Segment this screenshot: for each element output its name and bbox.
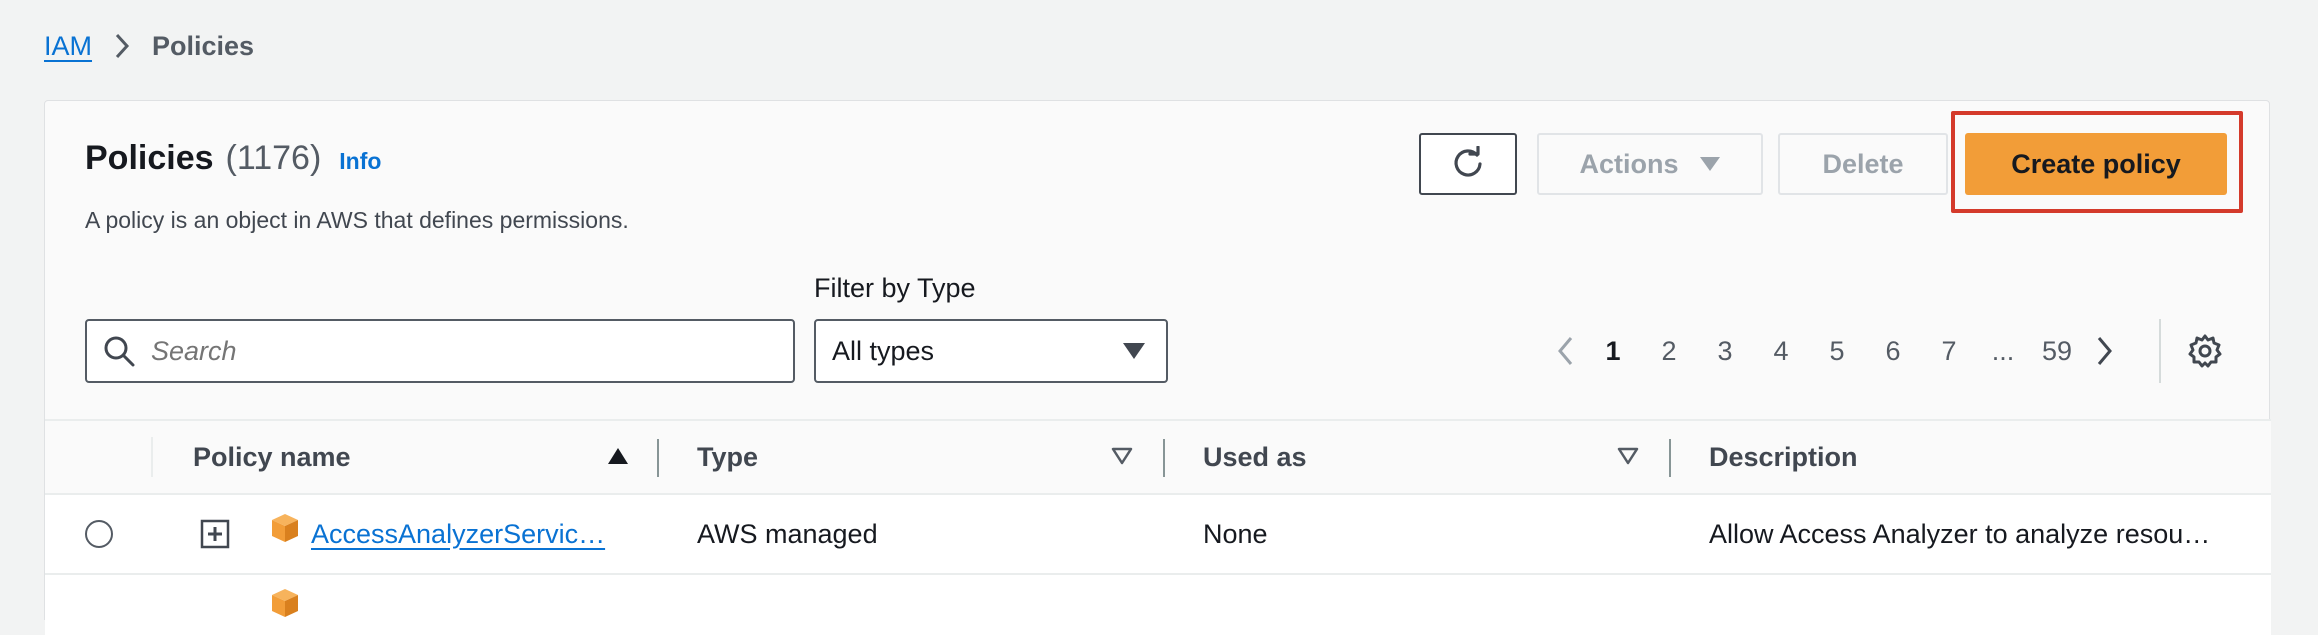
info-link[interactable]: Info [339, 148, 381, 175]
page-2[interactable]: 2 [1641, 336, 1697, 367]
page-4[interactable]: 4 [1753, 336, 1809, 367]
search-icon [103, 335, 135, 367]
page-3[interactable]: 3 [1697, 336, 1753, 367]
create-policy-highlight [1951, 111, 2243, 213]
column-header-type[interactable]: Type [697, 421, 758, 493]
page-5[interactable]: 5 [1809, 336, 1865, 367]
table-row[interactable]: AccessAnalyzerServic… AWS managed None A… [45, 495, 2271, 575]
page-last[interactable]: 59 [2029, 336, 2085, 367]
table-row[interactable] [45, 575, 2271, 635]
policy-name-link[interactable]: AccessAnalyzerServic… [311, 495, 605, 573]
column-divider [1669, 439, 1671, 477]
type-filter-value: All types [832, 335, 935, 366]
chevron-right-icon [114, 32, 130, 60]
page-6[interactable]: 6 [1865, 336, 1921, 367]
caret-down-icon [1122, 342, 1146, 360]
page-title: Policies [85, 139, 214, 177]
next-page-icon[interactable] [2085, 335, 2125, 367]
breadcrumb-current: Policies [152, 30, 255, 61]
sort-ascending-icon[interactable] [607, 447, 629, 470]
filter-by-type-label: Filter by Type [814, 273, 976, 303]
row-select-radio[interactable] [85, 520, 113, 548]
policy-name[interactable]: AccessAnalyzerServic… [311, 519, 605, 550]
column-divider [657, 439, 659, 477]
page-subtitle: A policy is an object in AWS that define… [85, 207, 629, 233]
column-divider [151, 437, 153, 477]
actions-dropdown-button[interactable]: Actions [1537, 133, 1763, 195]
actions-label: Actions [1579, 148, 1679, 179]
pagination: 1 2 3 4 5 6 7 ... 59 [1545, 325, 2125, 377]
breadcrumb: IAM Policies [44, 26, 254, 66]
policy-used-as: None [1203, 518, 1268, 549]
type-filter-select[interactable]: All types [814, 319, 1168, 383]
previous-page-icon[interactable] [1545, 335, 1585, 367]
delete-button[interactable]: Delete [1778, 133, 1948, 195]
sort-icon[interactable] [1111, 447, 1133, 470]
panel-title-row: Policies (1176) Info [85, 139, 381, 178]
search-field[interactable] [85, 319, 795, 383]
page-ellipsis: ... [1991, 335, 2015, 366]
page-7[interactable]: 7 [1921, 336, 1977, 367]
refresh-button[interactable] [1419, 133, 1517, 195]
page-1[interactable]: 1 [1585, 336, 1641, 367]
gear-icon[interactable] [2183, 329, 2227, 373]
policies-panel: Policies (1176) Info A policy is an obje… [44, 100, 2271, 635]
aws-cube-icon [269, 587, 301, 624]
plus-square-icon[interactable] [200, 519, 230, 549]
column-header-used-as[interactable]: Used as [1203, 421, 1307, 493]
column-header-policy-name[interactable]: Policy name [193, 421, 351, 493]
policy-type: AWS managed [697, 518, 878, 549]
column-header-description[interactable]: Description [1709, 421, 1858, 493]
column-divider [1163, 439, 1165, 477]
sort-icon[interactable] [1617, 447, 1639, 470]
table-header: Policy name Type Used as Description [45, 419, 2271, 495]
caret-down-icon [1699, 156, 1721, 172]
policy-description: Allow Access Analyzer to analyze resou… [1709, 518, 2211, 549]
refresh-icon [1450, 146, 1486, 182]
breadcrumb-iam-link[interactable]: IAM [44, 31, 92, 62]
policy-count: (1176) [225, 139, 322, 177]
aws-cube-icon [269, 489, 301, 567]
pagination-divider [2159, 319, 2161, 383]
search-input[interactable] [149, 334, 769, 368]
